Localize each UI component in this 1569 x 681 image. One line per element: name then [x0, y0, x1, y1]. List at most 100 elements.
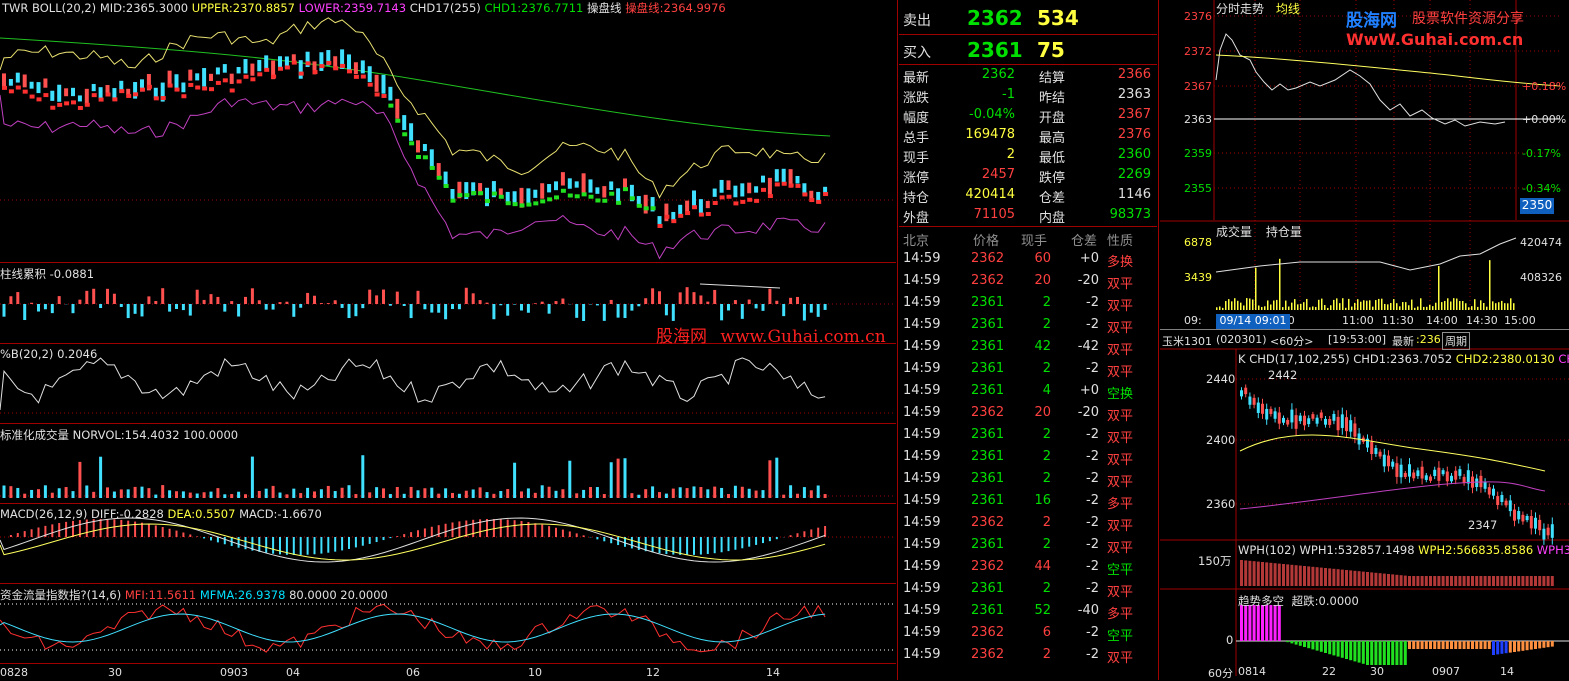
tick-row[interactable]: 14:5923612-2双平 — [899, 578, 1157, 600]
kline-candle — [1320, 412, 1323, 417]
price-bar — [23, 74, 27, 87]
boll-mid: MID:2365.3000 — [100, 1, 188, 15]
op-line-mark — [161, 96, 166, 100]
kline-candle — [1299, 416, 1302, 422]
price-bar — [526, 188, 530, 203]
tick-list[interactable]: 14:59236260+0多换14:59236220-20双平14:592361… — [899, 248, 1157, 678]
left-chart-area[interactable]: TWR BOLL(20,2) MID:2365.3000 UPPER:2370.… — [0, 0, 896, 680]
tick-row[interactable]: 14:5923622-2双平 — [899, 644, 1157, 666]
accum-bar — [803, 304, 806, 321]
trend-bar — [1261, 605, 1264, 641]
tick-row[interactable]: 14:59236220-20双平 — [899, 270, 1157, 292]
accum-bar — [72, 304, 75, 313]
quote-value: 2376 — [1118, 127, 1151, 142]
tick-price: 2361 — [971, 537, 1004, 552]
norvol-bar — [720, 488, 723, 498]
norvol-bar — [520, 491, 523, 498]
tick-row[interactable]: 14:5923612-2双平 — [899, 468, 1157, 490]
accum-bar — [513, 304, 516, 305]
kline-candle — [1316, 418, 1319, 424]
accum-bar — [292, 304, 295, 317]
wph-bar — [1311, 567, 1314, 586]
period-button[interactable]: 周期 — [1442, 332, 1470, 350]
macd-bar — [300, 537, 302, 555]
trend-bar — [1395, 641, 1398, 665]
accum-bar — [313, 296, 316, 304]
boll-lower: LOWER:2359.7143 — [299, 1, 406, 15]
norvol-bar — [348, 485, 351, 498]
tick-row[interactable]: 14:5923614+0空换 — [899, 380, 1157, 402]
intraday-panel[interactable]: 分时走势 均线 股海网 股票软件资源分享 WwW.Guhai.com.cn 23… — [1160, 0, 1569, 330]
tick-row[interactable]: 14:59236142-42双平 — [899, 336, 1157, 358]
cursor-price-text: 2350 — [1522, 198, 1553, 212]
op-line-mark — [513, 202, 518, 206]
op-line-mark — [402, 132, 407, 136]
trend-bar — [1290, 641, 1293, 643]
tick-row[interactable]: 14:5923612-2双平 — [899, 314, 1157, 336]
trend-bar — [1467, 641, 1470, 649]
wph-bar — [1316, 567, 1319, 586]
intraday-vol-bar — [1363, 300, 1365, 310]
tick-row[interactable]: 14:5923612-2双平 — [899, 292, 1157, 314]
accum-bar — [237, 304, 240, 317]
tick-nature: 双平 — [1107, 537, 1133, 556]
accum-bar — [403, 304, 406, 306]
intraday-vol-bar — [1279, 259, 1281, 310]
op-line-mark — [223, 78, 228, 82]
buy-row[interactable]: 买入 2361 75 — [899, 36, 1157, 66]
tick-nature: 双平 — [1107, 339, 1133, 358]
trend-label: 趋势多空 — [1238, 594, 1284, 608]
wph-bar — [1526, 576, 1529, 586]
price-bar — [513, 191, 517, 204]
tick-row[interactable]: 14:59236116-2多平 — [899, 490, 1157, 512]
intraday-vol-bar — [1417, 307, 1419, 310]
wph-bar — [1513, 576, 1516, 586]
tick-row[interactable]: 14:59236260+0多换 — [899, 248, 1157, 270]
tick-row[interactable]: 14:5923612-2双平 — [899, 424, 1157, 446]
wph-bar — [1269, 563, 1272, 586]
tick-oi-diff: -2 — [1086, 471, 1099, 486]
trend-bar — [1265, 605, 1268, 641]
intraday-pct-tick: +0.00% — [1522, 113, 1566, 126]
intraday-vol-bar — [1357, 299, 1359, 310]
norvol-bar — [796, 494, 799, 498]
tick-row[interactable]: 14:59236244-2空平 — [899, 556, 1157, 578]
accum-bar — [37, 304, 40, 312]
intraday-price-tick: 2376 — [1184, 10, 1212, 23]
kline-candle — [1324, 419, 1327, 425]
intraday-price-tick: 2363 — [1184, 113, 1212, 126]
x-label: 14 — [766, 666, 780, 679]
norvol-bar — [658, 492, 661, 498]
tick-row[interactable]: 14:59236220-20双平 — [899, 402, 1157, 424]
tick-row[interactable]: 14:5923612-2双平 — [899, 358, 1157, 380]
price-bar — [485, 188, 489, 206]
tick-price: 2361 — [971, 339, 1004, 354]
x-label: 30 — [108, 666, 122, 679]
accum-bar — [147, 296, 150, 304]
accum-bar — [279, 302, 282, 304]
macd-bar — [327, 537, 329, 553]
tick-volume: 2 — [1043, 471, 1051, 486]
buy-label: 买入 — [903, 42, 931, 62]
kline-panel[interactable]: 玉米1301 (020301) <60分> [19:53:00] 最新 :236… — [1160, 331, 1569, 680]
wph-bar — [1551, 576, 1554, 586]
tick-row[interactable]: 14:59236152-40多平 — [899, 600, 1157, 622]
wph-bar — [1412, 576, 1415, 586]
op-line-mark — [2, 86, 7, 90]
tick-row[interactable]: 14:5923622-2双平 — [899, 512, 1157, 534]
tick-row[interactable]: 14:5923626-2空平 — [899, 622, 1157, 644]
pctb-title: %B(20,2) 0.2046 — [0, 347, 97, 361]
accum-bar — [741, 304, 744, 319]
sell-row[interactable]: 卖出 2362 534 — [899, 4, 1157, 34]
tick-row[interactable]: 14:5923612-2双平 — [899, 446, 1157, 468]
norvol-bar — [216, 488, 219, 498]
op-line-mark — [147, 85, 152, 89]
tick-oi-diff: -2 — [1086, 515, 1099, 530]
tick-oi-diff: -2 — [1086, 493, 1099, 508]
tick-row[interactable]: 14:5923612-2双平 — [899, 534, 1157, 556]
macd-bar — [465, 520, 467, 537]
accum-bar — [499, 304, 502, 305]
norvol-bar — [423, 488, 426, 498]
macd-bar — [272, 537, 274, 554]
norvol-bar — [803, 487, 806, 498]
